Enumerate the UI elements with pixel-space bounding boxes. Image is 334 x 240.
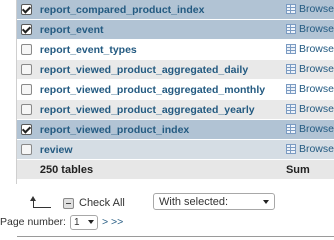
browse-link[interactable]: Browse bbox=[285, 102, 334, 115]
next-page-links[interactable]: > >> bbox=[102, 216, 123, 228]
sum-label: Sum bbox=[285, 159, 334, 180]
row-checkbox[interactable] bbox=[20, 124, 32, 136]
table-grid-icon bbox=[285, 3, 296, 14]
with-selected-value: With selected: bbox=[159, 195, 229, 208]
bulk-actions-bar: Check All bbox=[17, 193, 125, 213]
table-grid-icon bbox=[285, 63, 296, 74]
browse-link[interactable]: Browse bbox=[285, 22, 334, 35]
table-row[interactable]: report_viewed_product_index Browse bbox=[17, 119, 334, 140]
browse-link[interactable]: Browse bbox=[285, 122, 334, 135]
table-row[interactable]: review Browse bbox=[17, 139, 334, 160]
table-row[interactable]: report_viewed_product_aggregated_daily Br… bbox=[17, 59, 334, 80]
browse-label: Browse bbox=[298, 22, 334, 35]
browse-link[interactable]: Browse bbox=[285, 2, 334, 15]
table-name-link[interactable]: report_viewed_product_index bbox=[40, 124, 189, 136]
table-footer-row: 250 tables Sum bbox=[17, 159, 334, 180]
row-checkbox[interactable] bbox=[20, 4, 32, 16]
table-name-link[interactable]: report_event_types bbox=[40, 44, 137, 56]
browse-link[interactable]: Browse bbox=[285, 42, 334, 55]
row-checkbox[interactable] bbox=[20, 64, 32, 76]
row-checkbox[interactable] bbox=[20, 24, 32, 36]
table-row[interactable]: report_compared_product_index Browse bbox=[17, 0, 334, 20]
table-count: 250 tables bbox=[35, 159, 286, 180]
row-checkbox[interactable] bbox=[20, 44, 32, 56]
browse-label: Browse bbox=[298, 102, 334, 115]
table-name-link[interactable]: report_event bbox=[40, 24, 104, 36]
table-name-link[interactable]: report_viewed_product_aggregated_monthly bbox=[40, 84, 265, 96]
table-row[interactable]: report_event_types Browse bbox=[17, 39, 334, 60]
table-grid-icon bbox=[285, 83, 296, 94]
browse-link[interactable]: Browse bbox=[285, 142, 334, 155]
chevron-down-icon bbox=[87, 220, 94, 224]
browse-link[interactable]: Browse bbox=[285, 62, 334, 75]
table-grid-icon bbox=[285, 43, 296, 54]
table-name-link[interactable]: report_compared_product_index bbox=[40, 4, 205, 16]
browse-label: Browse bbox=[298, 2, 334, 15]
table-grid-icon bbox=[285, 143, 296, 154]
page-number-value: 1 bbox=[73, 216, 80, 228]
table-name-link[interactable]: report_viewed_product_aggregated_daily bbox=[40, 64, 248, 76]
browse-label: Browse bbox=[298, 122, 334, 135]
table-row[interactable]: report_event Browse bbox=[17, 19, 334, 40]
table-grid-icon bbox=[285, 23, 296, 34]
browse-label: Browse bbox=[298, 142, 334, 155]
table-row[interactable]: report_viewed_product_aggregated_yearly B… bbox=[17, 99, 334, 120]
table-list-panel: report_compared_product_index Browse repor… bbox=[0, 0, 334, 240]
browse-link[interactable]: Browse bbox=[285, 82, 334, 95]
tables-table: report_compared_product_index Browse repor… bbox=[17, 0, 334, 180]
check-all-checkbox[interactable] bbox=[63, 197, 74, 209]
table-grid-icon bbox=[285, 123, 296, 134]
row-checkbox[interactable] bbox=[20, 84, 32, 96]
browse-label: Browse bbox=[298, 42, 334, 55]
browse-label: Browse bbox=[298, 62, 334, 75]
row-checkbox[interactable] bbox=[20, 144, 32, 156]
row-checkbox[interactable] bbox=[20, 104, 32, 116]
chevron-down-icon bbox=[263, 200, 269, 204]
table-name-link[interactable]: report_viewed_product_aggregated_yearly bbox=[40, 104, 255, 116]
table-row[interactable]: report_viewed_product_aggregated_monthly… bbox=[17, 79, 334, 100]
check-all-label: Check All bbox=[79, 197, 125, 209]
check-all-toggle[interactable]: Check All bbox=[63, 197, 125, 209]
pagination: Page number: 1 > >> bbox=[0, 213, 123, 231]
table-name-link[interactable]: review bbox=[40, 144, 73, 156]
corner-arrow-icon bbox=[29, 196, 53, 210]
with-selected-dropdown[interactable]: With selected: bbox=[153, 193, 275, 210]
browse-label: Browse bbox=[298, 82, 334, 95]
page-number-select[interactable]: 1 bbox=[69, 214, 98, 230]
table-grid-icon bbox=[285, 103, 296, 114]
divider bbox=[17, 236, 334, 237]
page-number-label: Page number: bbox=[0, 216, 66, 228]
